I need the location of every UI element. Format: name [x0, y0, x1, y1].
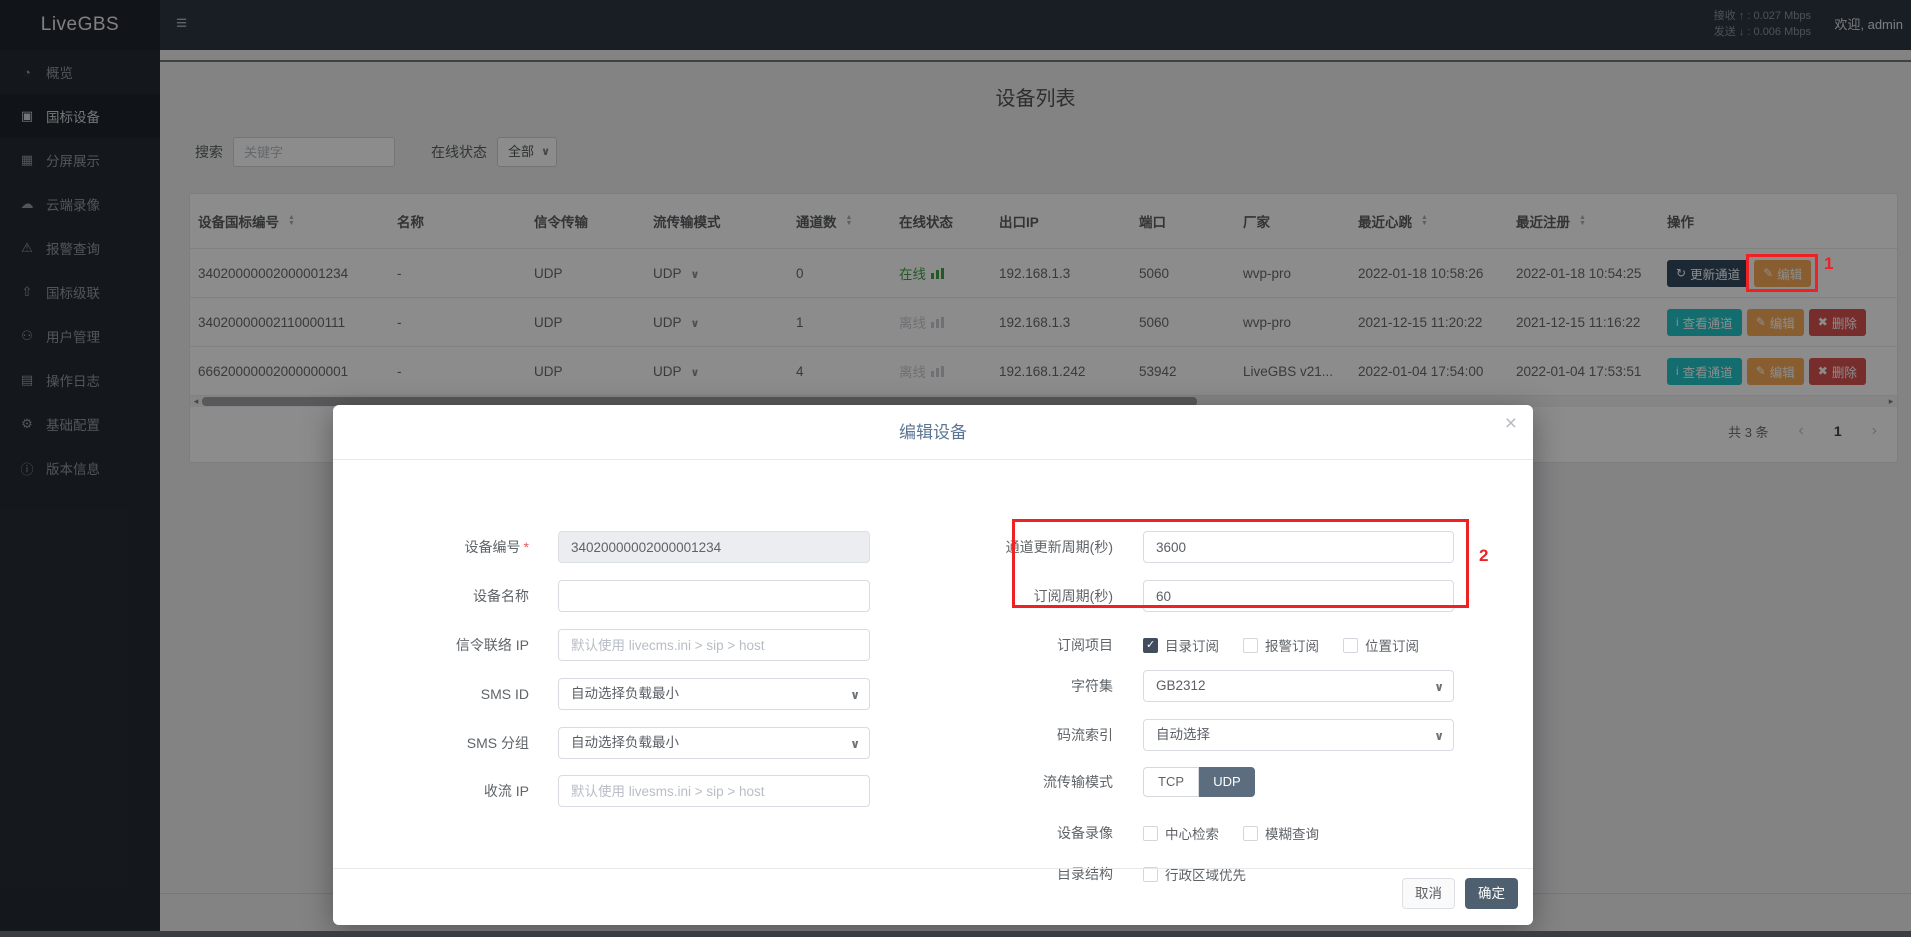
device-name-field[interactable] [558, 580, 870, 612]
udp-toggle-button[interactable]: UDP [1199, 767, 1255, 797]
form-row-device-id: 设备编号* [349, 531, 870, 563]
cancel-button[interactable]: 取消 [1402, 878, 1455, 909]
tcp-toggle-button[interactable]: TCP [1143, 767, 1199, 797]
position-subscribe-checkbox[interactable]: 位置订阅 [1343, 635, 1419, 655]
livegbs-app: LiveGBS ≡ 接收 ↑ : 0.027 Mbps 发送 ↓ : 0.006… [0, 0, 1911, 937]
form-row-sip-ip: 信令联络 IP [349, 629, 870, 661]
edit-device-modal: 编辑设备 × 设备编号* 设备名称 信令联络 IP SMS ID 自动选择负载最… [333, 405, 1533, 925]
modal-title: 编辑设备 [333, 405, 1533, 460]
annotation-box-step1 [1746, 254, 1818, 292]
fuzzy-query-checkbox[interactable]: 模糊查询 [1243, 823, 1319, 843]
sms-group-select[interactable]: 自动选择负载最小 [558, 727, 870, 759]
form-row-recv-ip: 收流 IP [349, 775, 870, 807]
modal-footer: 取消 确定 [333, 868, 1533, 925]
checkbox-checked-icon[interactable] [1143, 638, 1158, 653]
device-id-field [558, 531, 870, 563]
form-row-stream-mode: 流传输模式 TCP UDP [933, 766, 1454, 798]
charset-select[interactable]: GB2312 [1143, 670, 1454, 702]
required-asterisk: * [524, 539, 529, 555]
sms-id-select[interactable]: 自动选择负载最小 [558, 678, 870, 710]
stream-receive-ip-field[interactable] [558, 775, 870, 807]
form-row-device-record: 设备录像 中心检索 模糊查询 [933, 817, 1454, 849]
modal-header: 编辑设备 × [333, 405, 1533, 460]
annotation-label-step2: 2 [1479, 546, 1488, 566]
annotation-box-step2 [1012, 519, 1469, 608]
sip-contact-ip-field[interactable] [558, 629, 870, 661]
form-row-stream-index: 码流索引 自动选择 [933, 719, 1454, 751]
confirm-button[interactable]: 确定 [1465, 878, 1518, 909]
form-row-sms-id: SMS ID 自动选择负载最小 [349, 678, 870, 710]
form-row-subscribe-items: 订阅项目 目录订阅 报警订阅 位置订阅 [933, 629, 1454, 661]
catalog-subscribe-checkbox[interactable]: 目录订阅 [1143, 635, 1219, 655]
form-row-charset: 字符集 GB2312 [933, 670, 1454, 702]
stream-index-select[interactable]: 自动选择 [1143, 719, 1454, 751]
checkbox-icon[interactable] [1143, 826, 1158, 841]
form-row-device-name: 设备名称 [349, 580, 870, 612]
annotation-label-step1: 1 [1824, 254, 1833, 274]
checkbox-icon[interactable] [1343, 638, 1358, 653]
alarm-subscribe-checkbox[interactable]: 报警订阅 [1243, 635, 1319, 655]
bottom-bar [0, 931, 1911, 937]
close-icon[interactable]: × [1505, 413, 1517, 434]
checkbox-icon[interactable] [1243, 638, 1258, 653]
checkbox-icon[interactable] [1243, 826, 1258, 841]
form-row-sms-group: SMS 分组 自动选择负载最小 [349, 727, 870, 759]
center-search-checkbox[interactable]: 中心检索 [1143, 823, 1219, 843]
